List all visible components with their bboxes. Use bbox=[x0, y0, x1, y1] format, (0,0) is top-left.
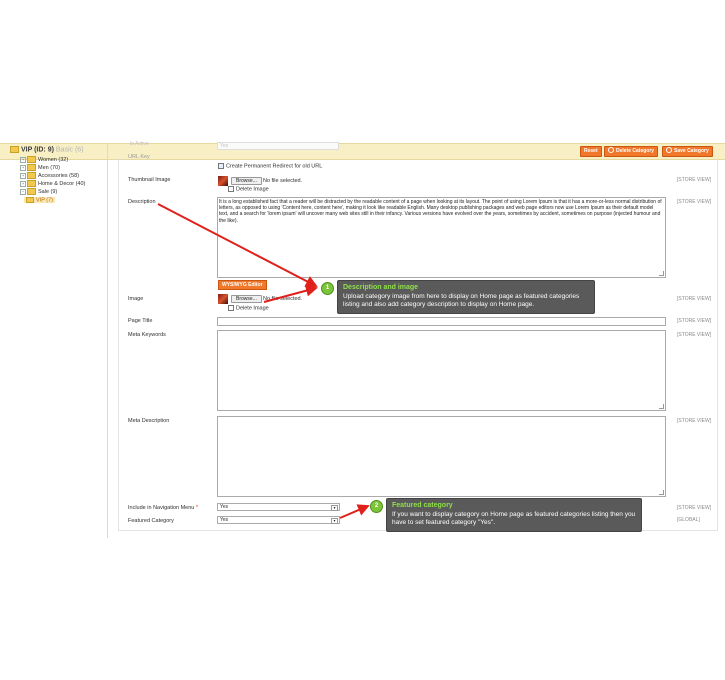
annotation-arrows bbox=[157, 203, 370, 519]
callout-2-title: Featured category bbox=[392, 502, 453, 509]
callout-2-body: If you want to display category on Home … bbox=[392, 511, 636, 526]
arrow-to-image bbox=[263, 284, 318, 303]
callout-1-title: Description and image bbox=[343, 284, 419, 291]
arrow-to-featured bbox=[339, 504, 370, 519]
arrow-to-description bbox=[157, 203, 318, 287]
callout-1-body: Upload category image from here to displ… bbox=[343, 293, 580, 308]
callout-description-image: Description and image Upload category im… bbox=[337, 280, 595, 314]
callout-2-badge: 2 bbox=[370, 500, 383, 513]
callout-1-badge: 1 bbox=[321, 282, 334, 295]
callout-featured-category: Featured category If you want to display… bbox=[386, 498, 642, 532]
